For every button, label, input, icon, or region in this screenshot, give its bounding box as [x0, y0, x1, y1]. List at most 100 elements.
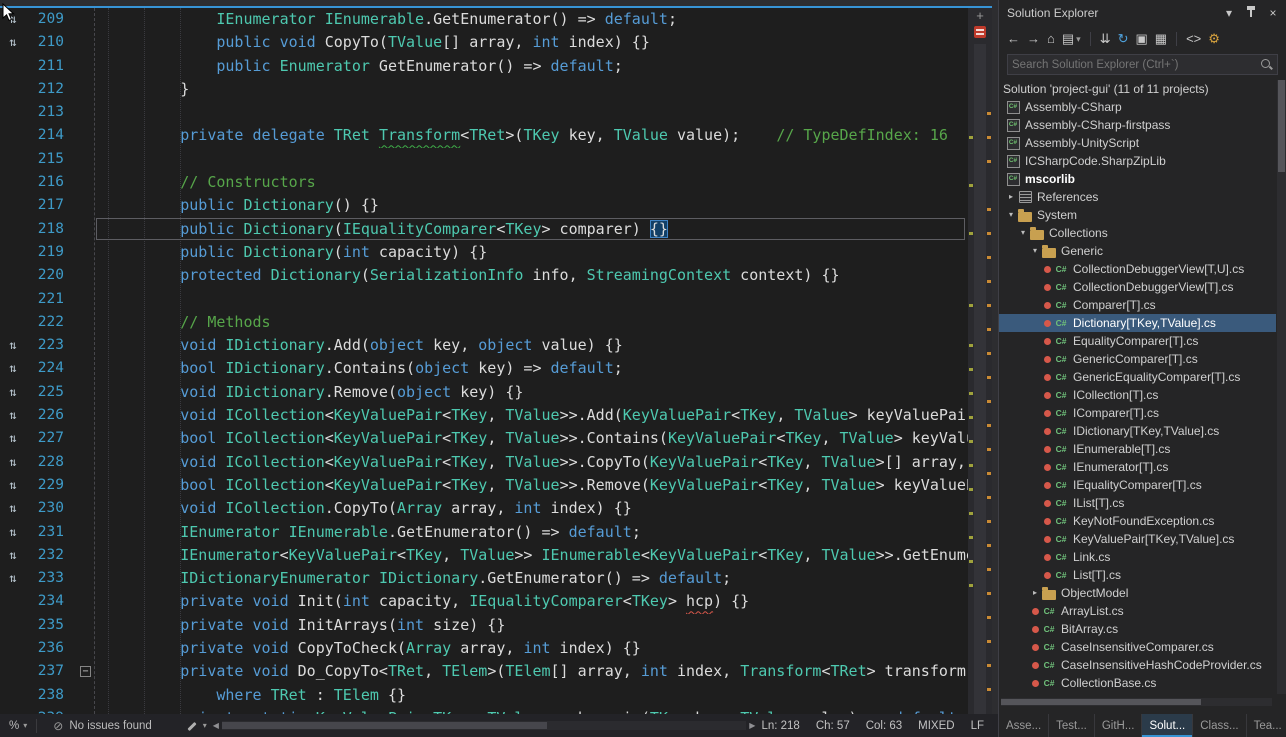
code-line[interactable]: 213	[0, 101, 968, 124]
scrollbar-track[interactable]	[974, 44, 986, 714]
panel-tab[interactable]: Asse...	[999, 714, 1049, 737]
tree-item[interactable]: C#BitArray.cs	[999, 620, 1276, 638]
tree-item[interactable]: C#Dictionary[TKey,TValue].cs	[999, 314, 1276, 332]
search-box[interactable]	[1007, 54, 1278, 75]
code-line[interactable]: ⇅227 bool ICollection<KeyValuePair<TKey,…	[0, 427, 968, 450]
panel-tab[interactable]: GitH...	[1095, 714, 1143, 737]
preview-icon[interactable]: ▣	[1136, 31, 1148, 47]
tree-item[interactable]: C#CaseInsensitiveHashCodeProvider.cs	[999, 656, 1276, 674]
status-item[interactable]: Ln: 218	[761, 720, 799, 732]
tree-item[interactable]: C#KeyNotFoundException.cs	[999, 512, 1276, 530]
panel-tab[interactable]: Tea...	[1247, 714, 1286, 737]
tree-item[interactable]: C#CollectionDebuggerView[T,U].cs	[999, 260, 1276, 278]
implements-icon[interactable]: ⇅	[0, 334, 26, 357]
home-icon[interactable]: ⌂	[1047, 31, 1055, 47]
implements-icon[interactable]: ⇅	[0, 357, 26, 380]
code-line[interactable]: ⇅229 bool ICollection<KeyValuePair<TKey,…	[0, 474, 968, 497]
tree-item[interactable]: C#IEnumerator[T].cs	[999, 458, 1276, 476]
expander-icon[interactable]: ▾	[1029, 242, 1041, 260]
forward-icon[interactable]: →	[1027, 31, 1040, 47]
views-caret-icon[interactable]: ▾	[1076, 31, 1081, 47]
document-health-icon[interactable]	[974, 26, 986, 38]
tree-item[interactable]: C#KeyValuePair[TKey,TValue].cs	[999, 530, 1276, 548]
code-line[interactable]: 215	[0, 148, 968, 171]
code-editor[interactable]: ⇅209 IEnumerator IEnumerable.GetEnumerat…	[0, 8, 992, 714]
sync-active-document-icon[interactable]: ↻	[1118, 31, 1129, 47]
code-line[interactable]: ⇅228 void ICollection<KeyValuePair<TKey,…	[0, 451, 968, 474]
scrollbar-thumb[interactable]	[1278, 80, 1285, 172]
tree-horizontal-scrollbar[interactable]	[1001, 698, 1272, 706]
code-line[interactable]: 216 // Constructors	[0, 171, 968, 194]
tree-item[interactable]: C#IList[T].cs	[999, 494, 1276, 512]
panel-tab[interactable]: Test...	[1049, 714, 1095, 737]
copy-icon[interactable]: ▦	[1155, 31, 1167, 47]
tree-item[interactable]: ▾Collections	[999, 224, 1276, 242]
tree-item[interactable]: ▸References	[999, 188, 1276, 206]
code-line[interactable]: 214 private delegate TRet Transform<TRet…	[0, 124, 968, 147]
pin-icon[interactable]	[1244, 6, 1258, 21]
implements-icon[interactable]: ⇅	[0, 31, 26, 54]
code-view-icon[interactable]: <>	[1186, 31, 1201, 47]
expander-icon[interactable]: ▾	[1017, 224, 1029, 242]
implements-icon[interactable]: ⇅	[0, 544, 26, 567]
tree-item[interactable]: C#ICollection[T].cs	[999, 386, 1276, 404]
editor-horizontal-scrollbar[interactable]: ◀ ▶	[213, 721, 756, 730]
chevron-down-icon[interactable]: ▾	[1222, 6, 1236, 20]
scrollbar-thumb[interactable]	[1001, 699, 1201, 705]
scrollbar-thumb[interactable]	[222, 722, 547, 729]
expander-icon[interactable]: ▸	[1029, 584, 1041, 602]
code-line[interactable]: 238 where TRet : TElem {}	[0, 684, 968, 707]
tree-item[interactable]: C#CollectionBase.cs	[999, 674, 1276, 692]
edit-mode-control[interactable]: ▾	[186, 720, 207, 732]
code-line[interactable]: 220 protected Dictionary(SerializationIn…	[0, 264, 968, 287]
search-icon[interactable]	[1260, 58, 1273, 71]
tree-item[interactable]: ▾System	[999, 206, 1276, 224]
code-line[interactable]: ⇅224 bool IDictionary.Contains(object ke…	[0, 357, 968, 380]
zoom-control[interactable]: % ▾	[0, 720, 36, 732]
implements-icon[interactable]: ⇅	[0, 474, 26, 497]
tree-item[interactable]: ▸ObjectModel	[999, 584, 1276, 602]
status-item[interactable]: LF	[971, 720, 984, 732]
code-line[interactable]: ⇅226 void ICollection<KeyValuePair<TKey,…	[0, 404, 968, 427]
code-line[interactable]: ⇅230 void ICollection.CopyTo(Array array…	[0, 497, 968, 520]
tree-item[interactable]: C#GenericComparer[T].cs	[999, 350, 1276, 368]
editor-scrollbar[interactable]: +	[968, 8, 992, 714]
tree-item[interactable]: C#IComparer[T].cs	[999, 404, 1276, 422]
tree-item[interactable]: C#IEqualityComparer[T].cs	[999, 476, 1276, 494]
splitter-grip-icon[interactable]: +	[968, 8, 992, 24]
tree-item[interactable]: C#Assembly-CSharp-firstpass	[999, 116, 1276, 134]
code-line[interactable]: ⇅209 IEnumerator IEnumerable.GetEnumerat…	[0, 8, 968, 31]
code-line[interactable]: ⇅231 IEnumerator IEnumerable.GetEnumerat…	[0, 521, 968, 544]
implements-icon[interactable]: ⇅	[0, 521, 26, 544]
code-line[interactable]: 235 private void InitArrays(int size) {}	[0, 614, 968, 637]
tree-item[interactable]: C#GenericEqualityComparer[T].cs	[999, 368, 1276, 386]
implements-icon[interactable]: ⇅	[0, 451, 26, 474]
tree-item[interactable]: C#Comparer[T].cs	[999, 296, 1276, 314]
back-icon[interactable]: ←	[1007, 31, 1020, 47]
tree-item[interactable]: C#ICSharpCode.SharpZipLib	[999, 152, 1276, 170]
status-item[interactable]: Ch: 57	[816, 720, 850, 732]
panel-tab[interactable]: Class...	[1193, 714, 1246, 737]
tree-item[interactable]: Solution 'project-gui' (11 of 11 project…	[999, 80, 1276, 98]
expander-icon[interactable]: ▸	[1005, 188, 1017, 206]
properties-icon[interactable]: ⚙	[1208, 31, 1220, 47]
scroll-right-icon[interactable]: ▶	[749, 721, 755, 730]
code-line[interactable]: 222 // Methods	[0, 311, 968, 334]
tree-item[interactable]: C#EqualityComparer[T].cs	[999, 332, 1276, 350]
code-line[interactable]: ⇅225 void IDictionary.Remove(object key)…	[0, 381, 968, 404]
code-line[interactable]: ⇅232 IEnumerator<KeyValuePair<TKey, TVal…	[0, 544, 968, 567]
fold-marker[interactable]: −	[80, 666, 91, 677]
tree-item[interactable]: C#CaseInsensitiveComparer.cs	[999, 638, 1276, 656]
implements-icon[interactable]: ⇅	[0, 567, 26, 590]
tree-item[interactable]: C#Assembly-UnityScript	[999, 134, 1276, 152]
tree-item[interactable]: C#IDictionary[TKey,TValue].cs	[999, 422, 1276, 440]
code-line[interactable]: 234 private void Init(int capacity, IEqu…	[0, 590, 968, 613]
collapse-all-icon[interactable]: ⇊	[1100, 31, 1111, 47]
code-line[interactable]: 239 private static KeyValuePair<TKey, TV…	[0, 707, 968, 714]
implements-icon[interactable]: ⇅	[0, 404, 26, 427]
code-line[interactable]: 236 private void CopyToCheck(Array array…	[0, 637, 968, 660]
scroll-left-icon[interactable]: ◀	[213, 721, 219, 730]
tree-vertical-scrollbar[interactable]	[1277, 80, 1286, 694]
expander-icon[interactable]: ▾	[1005, 206, 1017, 224]
code-line[interactable]: ⇅223 void IDictionary.Add(object key, ob…	[0, 334, 968, 357]
